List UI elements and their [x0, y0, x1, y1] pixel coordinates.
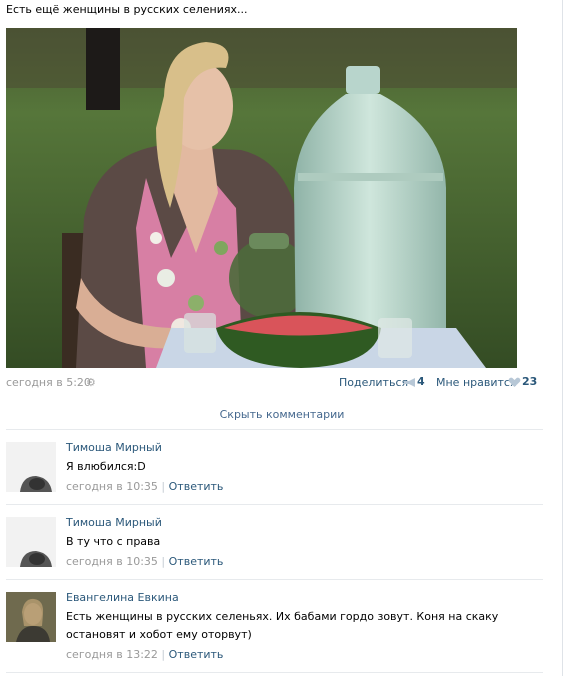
reply-link[interactable]: Ответить [169, 480, 224, 493]
share-count[interactable]: 4 [417, 376, 425, 388]
comment-author[interactable]: Тимоша Мирный [66, 517, 162, 529]
photo-illustration [6, 28, 517, 368]
avatar[interactable] [6, 442, 56, 492]
post-time[interactable]: сегодня в 5:20 [6, 377, 91, 389]
avatar-image [6, 442, 56, 492]
comment-author[interactable]: Тимоша Мирный [66, 442, 162, 454]
divider [6, 672, 543, 673]
hide-comments-button[interactable]: Скрыть комментарии [0, 409, 564, 421]
gear-icon[interactable]: ⚙ [86, 377, 97, 388]
reply-link[interactable]: Ответить [169, 648, 224, 661]
divider [6, 579, 543, 580]
comment-text: Я влюбился:D [66, 460, 146, 473]
like-count[interactable]: 23 [522, 376, 537, 388]
separator-pipe: | [161, 648, 166, 661]
comment-meta: сегодня в 13:22 | Ответить [66, 649, 223, 661]
like-button[interactable]: Мне нравится [436, 377, 517, 389]
comment-meta: сегодня в 10:35 | Ответить [66, 481, 223, 493]
comment-text: Есть женщины в русских селеньях. Их баба… [66, 610, 499, 641]
divider [6, 504, 543, 505]
comment-date[interactable]: сегодня в 10:35 [66, 480, 158, 493]
avatar-image [6, 592, 56, 642]
comment-date[interactable]: сегодня в 10:35 [66, 555, 158, 568]
right-border [562, 0, 563, 676]
reply-link[interactable]: Ответить [169, 555, 224, 568]
avatar[interactable] [6, 592, 56, 642]
post-text: Есть ещё женщины в русских селениях... [6, 3, 248, 16]
avatar[interactable] [6, 517, 56, 567]
avatar-image [6, 517, 56, 567]
megaphone-icon[interactable] [403, 377, 416, 388]
comment-date[interactable]: сегодня в 13:22 [66, 648, 158, 661]
comment-meta: сегодня в 10:35 | Ответить [66, 556, 223, 568]
separator-pipe: | [161, 480, 166, 493]
comment-author[interactable]: Евангелина Евкина [66, 592, 179, 604]
heart-icon[interactable] [508, 377, 521, 388]
post-photo[interactable] [6, 28, 517, 368]
comment-text: В ту что с права [66, 535, 161, 548]
divider [6, 429, 543, 430]
separator-pipe: | [161, 555, 166, 568]
share-button[interactable]: Поделиться [339, 377, 408, 389]
